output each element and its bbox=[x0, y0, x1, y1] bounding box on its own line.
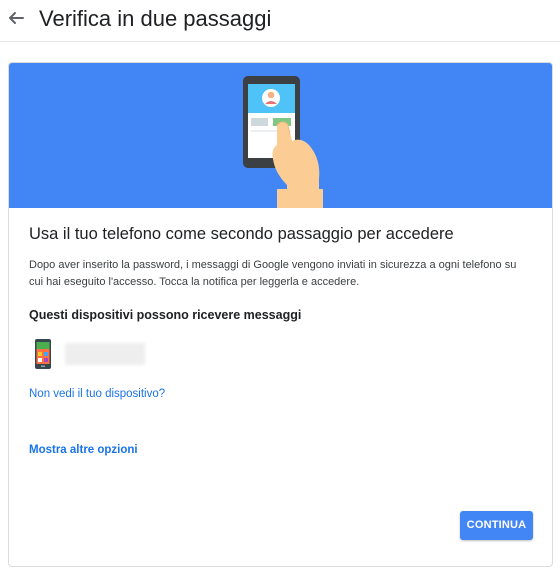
arrow-back-icon[interactable] bbox=[4, 6, 28, 30]
device-item bbox=[35, 339, 235, 373]
android-phone-icon bbox=[35, 339, 51, 374]
more-options-link[interactable]: Mostra altre opzioni bbox=[29, 442, 138, 458]
hero-banner bbox=[9, 63, 552, 208]
device-name-redacted bbox=[65, 343, 145, 365]
phone-tap-illustration bbox=[243, 76, 323, 208]
card-description: Dopo aver inserito la password, i messag… bbox=[29, 259, 517, 288]
verification-card: Usa il tuo telefono come secondo passagg… bbox=[8, 62, 553, 567]
card-heading: Usa il tuo telefono come secondo passagg… bbox=[29, 225, 454, 243]
missing-device-link[interactable]: Non vedi il tuo dispositivo? bbox=[29, 386, 165, 402]
devices-title: Questi dispositivi possono ricevere mess… bbox=[29, 308, 302, 322]
continue-button[interactable]: CONTINUA bbox=[460, 511, 533, 540]
page-title: Verifica in due passaggi bbox=[39, 6, 272, 31]
top-bar: Verifica in due passaggi bbox=[0, 0, 560, 42]
